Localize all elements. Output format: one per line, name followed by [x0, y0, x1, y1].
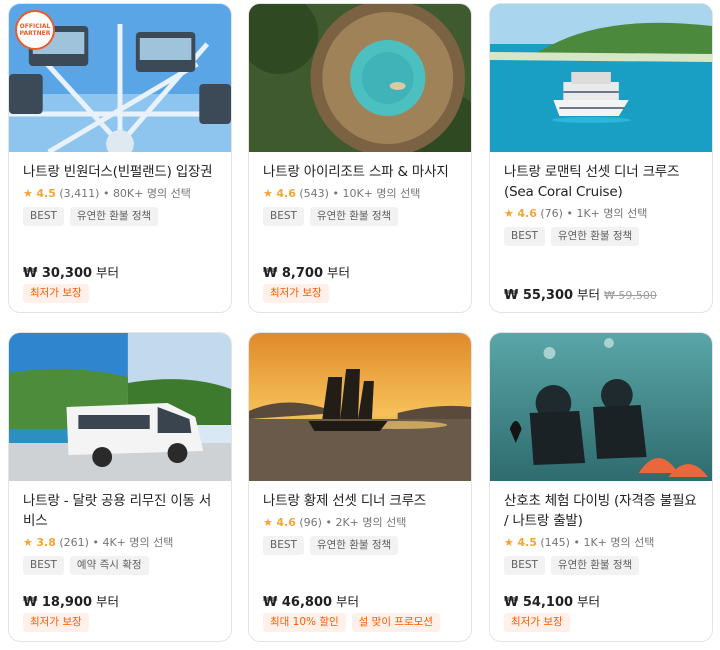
star-icon: ★ — [504, 207, 514, 220]
price-suffix: 부터 — [577, 287, 601, 302]
card-promos: 최저가 보장 — [504, 613, 570, 632]
card-title: 나트랑 - 달랏 공용 리무진 이동 서비스 — [23, 493, 212, 529]
card-promos: 최대 10% 할인 설 맞이 프로모션 — [263, 613, 440, 632]
activity-card[interactable]: 산호초 체험 다이빙 (자격증 불필요 / 나트랑 출발) ★ 4.5 (145… — [489, 332, 713, 642]
rating-score: 4.6 — [517, 207, 537, 220]
tag-best: BEST — [504, 556, 545, 575]
price-value: ₩ 54,100 — [504, 595, 574, 610]
rating-score: 4.6 — [276, 187, 296, 200]
card-image — [249, 333, 471, 481]
card-title: 산호초 체험 다이빙 (자격증 불필요 / 나트랑 출발) — [504, 493, 697, 529]
card-rating: ★ 4.6 (96) • 2K+ 명의 선택 — [263, 514, 457, 532]
tag-best: BEST — [23, 556, 64, 575]
price-value: ₩ 30,300 — [23, 266, 93, 281]
tag-policy: 유연한 환불 정책 — [550, 556, 640, 575]
activity-card-grid: OFFICIAL PARTNER 나트랑 빈원더스(빈펄랜드) 입장권 ★ 4.… — [0, 0, 720, 650]
card-price: ₩ 18,900 부터 — [23, 591, 119, 610]
booked-count: • 80K+ 명의 선택 — [102, 187, 191, 200]
price-suffix: 부터 — [96, 594, 120, 609]
partner-logo: OFFICIAL PARTNER — [15, 10, 55, 50]
card-tags: BEST 유연한 환불 정책 — [23, 207, 217, 226]
card-rating: ★ 4.5 (145) • 1K+ 명의 선택 — [504, 534, 698, 552]
review-count: (76) — [540, 207, 563, 220]
card-rating: ★ 3.8 (261) • 4K+ 명의 선택 — [23, 534, 217, 552]
card-title: 나트랑 로맨틱 선셋 디너 크루즈 (Sea Coral Cruise) — [504, 164, 680, 200]
booked-count: • 1K+ 명의 선택 — [566, 207, 648, 220]
tag-confirm: 예약 즉시 확정 — [69, 556, 149, 575]
price-suffix: 부터 — [577, 594, 601, 609]
review-count: (145) — [540, 536, 570, 549]
activity-card[interactable]: 나트랑 - 달랏 공용 리무진 이동 서비스 ★ 3.8 (261) • 4K+… — [8, 332, 232, 642]
star-icon: ★ — [263, 516, 273, 529]
price-value: ₩ 46,800 — [263, 595, 333, 610]
rating-score: 3.8 — [36, 536, 56, 549]
booked-count: • 10K+ 명의 선택 — [332, 187, 421, 200]
activity-card[interactable]: OFFICIAL PARTNER 나트랑 빈원더스(빈펄랜드) 입장권 ★ 4.… — [8, 3, 232, 313]
card-price: ₩ 46,800 부터 — [263, 591, 359, 610]
price-suffix: 부터 — [336, 594, 360, 609]
star-icon: ★ — [23, 536, 33, 549]
booked-count: • 2K+ 명의 선택 — [325, 516, 407, 529]
card-title: 나트랑 황제 선셋 디너 크루즈 — [263, 493, 427, 509]
card-tags: BEST 유연한 환불 정책 — [504, 556, 698, 575]
card-rating: ★ 4.5 (3,411) • 80K+ 명의 선택 — [23, 185, 217, 203]
price-suffix: 부터 — [326, 265, 350, 280]
card-tags: BEST 유연한 환불 정책 — [263, 536, 457, 555]
promo-badge: 최저가 보장 — [263, 284, 329, 303]
partner-logo-text: OFFICIAL PARTNER — [19, 23, 51, 37]
price-value: ₩ 55,300 — [504, 288, 574, 303]
activity-card[interactable]: 나트랑 황제 선셋 디너 크루즈 ★ 4.6 (96) • 2K+ 명의 선택 … — [248, 332, 472, 642]
promo-badge: 최저가 보장 — [23, 284, 89, 303]
promo-badge-event: 설 맞이 프로모션 — [351, 613, 440, 632]
star-icon: ★ — [23, 187, 33, 200]
card-price: ₩ 30,300 부터 — [23, 262, 119, 281]
review-count: (543) — [299, 187, 329, 200]
review-count: (96) — [299, 516, 322, 529]
card-image: OFFICIAL PARTNER — [9, 4, 231, 152]
tag-policy: 유연한 환불 정책 — [309, 536, 399, 555]
card-price: ₩ 8,700 부터 — [263, 262, 350, 281]
promo-badge: 최저가 보장 — [23, 613, 89, 632]
tag-policy: 유연한 환불 정책 — [550, 227, 640, 246]
card-promos: 최저가 보장 — [23, 613, 89, 632]
promo-badge-discount: 최대 10% 할인 — [263, 613, 346, 632]
card-title: 나트랑 아이리조트 스파 & 마사지 — [263, 164, 449, 180]
card-tags: BEST 예약 즉시 확정 — [23, 556, 217, 575]
card-image — [249, 4, 471, 152]
card-image — [9, 333, 231, 481]
card-promos: 최저가 보장 — [23, 284, 89, 303]
price-value: ₩ 8,700 — [263, 266, 323, 281]
card-title: 나트랑 빈원더스(빈펄랜드) 입장권 — [23, 164, 213, 180]
card-rating: ★ 4.6 (76) • 1K+ 명의 선택 — [504, 205, 698, 223]
card-rating: ★ 4.6 (543) • 10K+ 명의 선택 — [263, 185, 457, 203]
activity-card[interactable]: 나트랑 아이리조트 스파 & 마사지 ★ 4.6 (543) • 10K+ 명의… — [248, 3, 472, 313]
booked-count: • 1K+ 명의 선택 — [573, 536, 655, 549]
price-value: ₩ 18,900 — [23, 595, 93, 610]
tag-best: BEST — [504, 227, 545, 246]
review-count: (261) — [59, 536, 89, 549]
star-icon: ★ — [263, 187, 273, 200]
card-image — [490, 4, 712, 152]
card-image — [490, 333, 712, 481]
rating-score: 4.5 — [517, 536, 537, 549]
activity-card[interactable]: 나트랑 로맨틱 선셋 디너 크루즈 (Sea Coral Cruise) ★ 4… — [489, 3, 713, 313]
tag-best: BEST — [23, 207, 64, 226]
original-price: ₩ 59,500 — [604, 289, 657, 302]
card-tags: BEST 유연한 환불 정책 — [504, 227, 698, 246]
card-promos: 최저가 보장 — [263, 284, 329, 303]
booked-count: • 4K+ 명의 선택 — [92, 536, 174, 549]
tag-policy: 유연한 환불 정책 — [69, 207, 159, 226]
tag-policy: 유연한 환불 정책 — [309, 207, 399, 226]
rating-score: 4.5 — [36, 187, 56, 200]
card-tags: BEST 유연한 환불 정책 — [263, 207, 457, 226]
card-price: ₩ 55,300 부터 ₩ 59,500 — [504, 284, 657, 303]
tag-best: BEST — [263, 536, 304, 555]
price-suffix: 부터 — [96, 265, 120, 280]
card-price: ₩ 54,100 부터 — [504, 591, 600, 610]
star-icon: ★ — [504, 536, 514, 549]
review-count: (3,411) — [59, 187, 100, 200]
tag-best: BEST — [263, 207, 304, 226]
rating-score: 4.6 — [276, 516, 296, 529]
promo-badge: 최저가 보장 — [504, 613, 570, 632]
